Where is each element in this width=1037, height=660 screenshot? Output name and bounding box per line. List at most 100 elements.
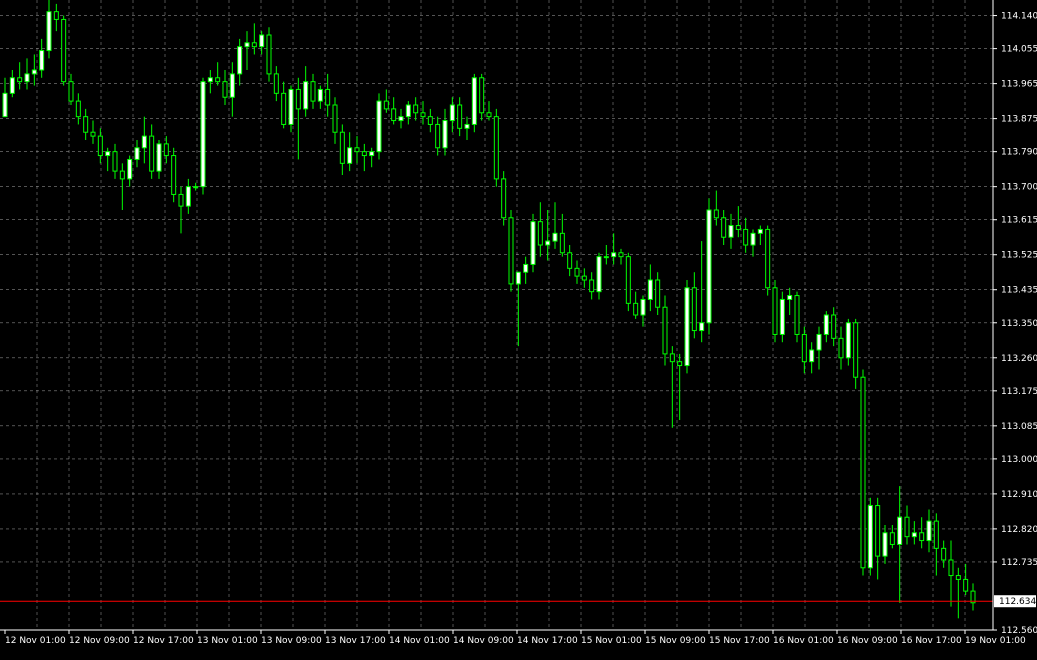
candle-body-bullish [647, 279, 653, 300]
candle-body-bearish [574, 267, 580, 277]
candle-body-bullish [127, 158, 133, 180]
x-tick-label: 14 Nov 09:00 [453, 636, 514, 646]
candle-body-bearish [567, 252, 573, 269]
candle-body-bullish [9, 77, 15, 94]
y-tick-label: 113.260 [1001, 354, 1037, 364]
x-tick-label: 13 Nov 09:00 [261, 636, 322, 646]
candle-body-bearish [794, 295, 800, 335]
x-tick-label: 16 Nov 17:00 [901, 636, 962, 646]
candle-body-bearish [178, 193, 184, 207]
candle-body-bearish [83, 116, 89, 133]
candle-body-bullish [845, 322, 851, 359]
candle-body-bullish [46, 11, 52, 52]
candle-body-bearish [743, 228, 749, 246]
candle-body-bearish [119, 170, 125, 180]
candle [765, 225, 771, 296]
x-tick-label: 13 Nov 01:00 [197, 636, 258, 646]
candle-body-bearish [354, 147, 360, 153]
candle-body-bullish [882, 532, 888, 557]
candle-body-bearish [941, 547, 947, 561]
candle-body-bullish [105, 151, 111, 157]
candle-body-bullish [39, 50, 45, 71]
candle-body-bullish [134, 147, 140, 160]
candle [266, 27, 272, 82]
candle-body-bullish [405, 104, 411, 118]
x-tick-label: 16 Nov 01:00 [773, 636, 834, 646]
candle-body-bullish [244, 42, 250, 48]
candle-body-bullish [31, 69, 37, 75]
x-tick-label: 12 Nov 09:00 [69, 636, 130, 646]
candle-body-bearish [633, 302, 639, 316]
candle-body-bearish [97, 135, 103, 157]
candle-body-bearish [581, 275, 587, 281]
candlestick-chart[interactable]: 112.634 114.140 114.055 113.965 113.875 113.… [0, 0, 1037, 656]
candle-body-bearish [273, 73, 279, 94]
candle-body-bullish [545, 240, 551, 246]
y-tick-label: 113.085 [1001, 422, 1037, 432]
candle-body-bearish [486, 112, 492, 118]
candle-body-bullish [2, 92, 8, 118]
candle-body-bearish [251, 42, 257, 48]
candle [867, 497, 873, 576]
candle-body-bullish [911, 532, 917, 538]
candle-body-bearish [53, 11, 59, 20]
candle-body-bullish [640, 298, 646, 316]
candle-body-bullish [369, 151, 375, 157]
candle-body-bearish [479, 77, 485, 114]
candle-body-bullish [229, 73, 235, 98]
candle-body-bullish [259, 34, 265, 48]
y-tick-label: 113.875 [1001, 115, 1037, 125]
candle-body-bearish [266, 34, 272, 75]
candle-body-bearish [508, 217, 514, 285]
candle-body-bearish [765, 228, 771, 289]
y-tick-label: 113.700 [1001, 183, 1037, 193]
candle [493, 108, 499, 187]
candle-body-bullish [684, 287, 690, 367]
candle-body-bearish [904, 516, 910, 538]
candle-body-bearish [17, 77, 23, 83]
candle-body-bearish [457, 104, 463, 129]
y-tick-label: 114.140 [1001, 12, 1037, 22]
x-tick-label: 14 Nov 17:00 [517, 636, 578, 646]
candle-body-bearish [501, 178, 507, 219]
y-tick-label: 112.560 [1001, 626, 1037, 636]
price-chart[interactable]: 112.634 114.140 114.055 113.965 113.875 113.… [0, 0, 1037, 656]
y-tick-label: 113.965 [1001, 80, 1037, 90]
candle-body-bearish [171, 155, 177, 195]
candle-body-bearish [310, 81, 316, 102]
candle-body-bearish [889, 532, 895, 545]
candle-body-bearish [875, 505, 881, 557]
candle [684, 280, 690, 374]
y-tick-label: 113.525 [1001, 251, 1037, 261]
candle [508, 210, 514, 292]
candle-body-bullish [193, 186, 199, 189]
candle-body-bullish [706, 209, 712, 324]
candle-body-bearish [391, 108, 397, 122]
candle-body-bearish [339, 131, 345, 164]
candle-body-bullish [347, 147, 353, 164]
x-tick-label: 15 Nov 09:00 [645, 636, 706, 646]
candle [625, 252, 631, 312]
candle-body-bearish [735, 225, 741, 230]
candle-body-bullish [471, 77, 477, 125]
candle-body-bearish [435, 123, 441, 149]
candle [171, 147, 177, 203]
candle [860, 369, 866, 576]
current-price-label: 112.634 [999, 597, 1036, 607]
candle-body-bearish [68, 81, 74, 102]
candle-body-bullish [809, 349, 815, 363]
candle-body-bullish [596, 256, 602, 293]
candle-body-bullish [141, 135, 147, 149]
candle-body-bearish [831, 314, 837, 339]
y-tick-label: 113.435 [1001, 286, 1037, 296]
candle-body-bearish [860, 376, 866, 569]
candle-body-bullish [317, 88, 323, 102]
candle-body-bullish [449, 104, 455, 122]
candle [376, 93, 382, 160]
candle-body-bullish [603, 256, 609, 259]
y-tick-label: 112.820 [1001, 525, 1037, 535]
candle-body-bearish [361, 151, 367, 157]
candle-body-bearish [853, 322, 859, 378]
candle-body-bullish [757, 228, 763, 234]
candle-body-bearish [713, 209, 719, 219]
